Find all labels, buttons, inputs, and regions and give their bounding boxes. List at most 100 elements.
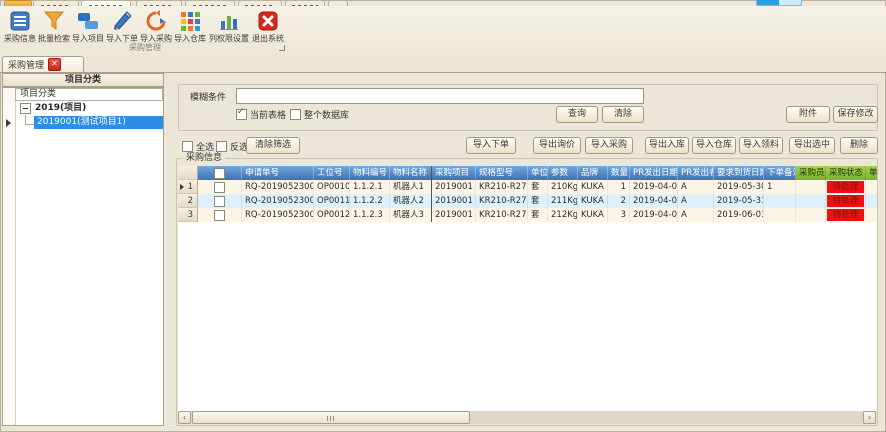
header-cell[interactable]: 规格型号 xyxy=(476,166,528,180)
row-select-checkbox[interactable] xyxy=(198,208,242,222)
export-inbound-button[interactable]: 导出入库 xyxy=(645,137,689,154)
current-table-checkbox[interactable]: 当前表格 xyxy=(236,108,286,120)
batch-search-button[interactable]: 批量检索 xyxy=(37,8,71,43)
cell: RQ-201905230002 xyxy=(242,194,314,208)
cell: 2019-05-30 xyxy=(714,180,764,194)
cell: 机器人1 xyxy=(390,180,432,194)
header-cell[interactable]: 单价 xyxy=(866,166,877,180)
checkbox-unchecked-icon[interactable] xyxy=(214,196,225,207)
purchase-info-button[interactable]: 采购信息 xyxy=(3,8,37,43)
column-permission-button[interactable]: 列权限设置 xyxy=(207,8,251,43)
scroll-left-icon[interactable]: ‹ xyxy=(178,411,191,424)
cell: KR210-R2700 xyxy=(476,180,528,194)
checkbox-unchecked-icon[interactable] xyxy=(214,210,225,221)
header-cell[interactable]: PR发出日期 xyxy=(630,166,678,180)
header-cell[interactable]: PR发出者 xyxy=(678,166,714,180)
header-cell[interactable]: 品牌 xyxy=(578,166,608,180)
tab-close-icon[interactable]: ✕ xyxy=(48,58,61,71)
collapse-minus-icon[interactable] xyxy=(20,103,31,114)
tab-purchase-management[interactable]: 采购管理 ✕ xyxy=(2,56,84,72)
tree-row-gutter xyxy=(3,88,16,425)
header-cell[interactable]: 采购员 xyxy=(796,166,826,180)
scrollbar-thumb[interactable] xyxy=(192,411,470,424)
checkbox-checked-icon[interactable] xyxy=(236,109,247,120)
ribbon-group-label: 采购管理 xyxy=(3,42,287,53)
row-number: 3 xyxy=(178,208,198,222)
cell: 3 xyxy=(608,208,630,222)
invert-select-checkbox[interactable]: 反选 xyxy=(216,140,248,152)
clear-filter-button[interactable]: 清除筛选 xyxy=(246,137,300,154)
cell: 211Kg xyxy=(548,194,578,208)
header-select-checkbox[interactable] xyxy=(198,166,242,180)
select-all-checkbox[interactable]: 全选 xyxy=(182,140,214,152)
save-changes-button[interactable]: 保存修改 xyxy=(833,106,878,123)
header-cell[interactable]: 物料编号 xyxy=(350,166,390,180)
group-dialog-launcher-icon[interactable] xyxy=(279,45,285,51)
exit-system-button[interactable]: 退出系统 xyxy=(251,8,285,43)
cell: A xyxy=(678,194,714,208)
cell: 2019-04-07 xyxy=(630,208,678,222)
cell: RQ-201905230001 xyxy=(242,180,314,194)
cell: 210Kg xyxy=(548,180,578,194)
cell: 2019-04-06 xyxy=(630,194,678,208)
import-order-button[interactable]: 导入下单 xyxy=(105,8,139,43)
table-row[interactable]: 1RQ-201905230001OP00101.1.2.1机器人12019001… xyxy=(178,180,877,194)
checkbox-unchecked-icon[interactable] xyxy=(216,141,227,152)
cell: 2019-05-31 xyxy=(714,194,764,208)
cell: KUKA xyxy=(578,194,608,208)
scroll-right-icon[interactable]: › xyxy=(863,411,876,424)
checkbox-unchecked-icon[interactable] xyxy=(290,109,301,120)
cell: 2 xyxy=(608,194,630,208)
cell xyxy=(866,194,877,208)
cell: KUKA xyxy=(578,208,608,222)
header-cell[interactable]: 物料名称 xyxy=(390,166,432,180)
row-select-checkbox[interactable] xyxy=(198,194,242,208)
import-project-button[interactable]: 导入项目 xyxy=(71,8,105,43)
import-order-action-button[interactable]: 导入下单 xyxy=(466,137,516,154)
checkbox-unchecked-icon[interactable] xyxy=(214,168,225,179)
cell xyxy=(764,194,796,208)
checkbox-unchecked-icon[interactable] xyxy=(182,141,193,152)
row-select-checkbox[interactable] xyxy=(198,180,242,194)
import-warehouse-action-button[interactable]: 导入仓库 xyxy=(692,137,736,154)
header-cell[interactable]: 单位 xyxy=(528,166,548,180)
grid-header-row: 申请单号工位号物料编号物料名称采购项目规格型号单位参数品牌数量PR发出日期PR发… xyxy=(178,166,877,180)
tree-node-label-selected[interactable]: 2019001(测试项目1) xyxy=(34,116,163,129)
refresh-icon xyxy=(144,9,168,33)
header-cell[interactable]: 数量 xyxy=(608,166,630,180)
tree-root-node[interactable]: 项目分类 xyxy=(15,88,163,101)
cell: 套 xyxy=(528,180,548,194)
header-cell[interactable]: 工位号 xyxy=(314,166,350,180)
cell: 2019001 xyxy=(432,208,476,222)
export-inquiry-button[interactable]: 导出询价 xyxy=(533,137,581,154)
whole-database-checkbox[interactable]: 整个数据库 xyxy=(290,108,349,120)
delete-button[interactable]: 删除 xyxy=(840,137,878,154)
header-cell[interactable]: 采购项目 xyxy=(432,166,476,180)
import-warehouse-button[interactable]: 导入仓库 xyxy=(173,8,207,43)
tree-node-2019[interactable]: 2019(项目) xyxy=(15,102,163,115)
checkbox-unchecked-icon[interactable] xyxy=(214,182,225,193)
query-button[interactable]: 查询 xyxy=(556,106,598,123)
header-cell[interactable]: 参数 xyxy=(548,166,578,180)
purchase-info-group-label: 采购信息 xyxy=(183,153,225,164)
cell: 1 xyxy=(764,180,796,194)
header-cell[interactable]: 申请单号 xyxy=(242,166,314,180)
tree-node-2019001[interactable]: 2019001(测试项目1) xyxy=(15,115,163,129)
table-row[interactable]: 2RQ-201905230002OP00111.1.2.2机器人22019001… xyxy=(178,194,877,208)
header-cell[interactable]: 要求到货日期 xyxy=(714,166,764,180)
status-badge: 待处理 xyxy=(827,209,864,221)
purchase-info-groupbox: 采购信息 申请单号工位号物料编号物料名称采购项目规格型号单位参数品牌数量PR发出… xyxy=(176,158,878,426)
checkbox-label: 全选 xyxy=(196,140,214,153)
header-cell[interactable]: 下单备注 xyxy=(764,166,796,180)
export-selected-button[interactable]: 导出选中 xyxy=(789,137,835,154)
horizontal-scrollbar[interactable]: ‹ › xyxy=(178,411,876,424)
attachment-button[interactable]: 附件 xyxy=(786,106,830,123)
row-number: 1 xyxy=(178,180,198,194)
fuzzy-condition-input[interactable] xyxy=(236,88,644,104)
import-material-button[interactable]: 导入领料 xyxy=(739,137,783,154)
header-cell[interactable]: 采购状态 xyxy=(826,166,866,180)
table-row[interactable]: 3RQ-201905230003OP00121.1.2.3机器人32019001… xyxy=(178,208,877,222)
import-purchase-action-button[interactable]: 导入采购 xyxy=(585,137,633,154)
import-purchase-button[interactable]: 导入采购 xyxy=(139,8,173,43)
clear-button[interactable]: 清除 xyxy=(602,106,644,123)
